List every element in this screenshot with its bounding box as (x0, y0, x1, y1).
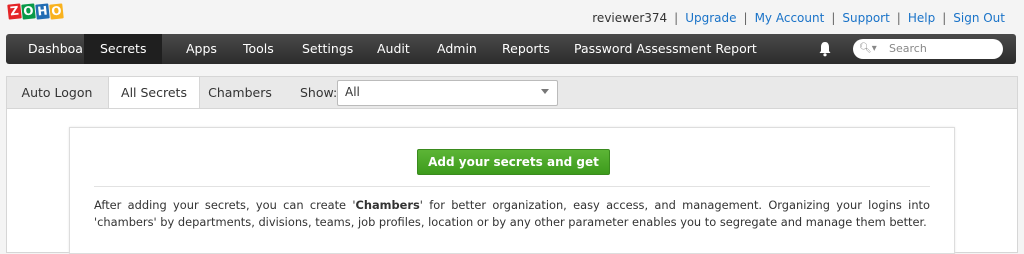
zoho-logo[interactable]: Z O H O (7, 3, 64, 20)
upgrade-link[interactable]: Upgrade (685, 11, 736, 25)
header-links: reviewer374 | Upgrade | My Account | Support | H… (592, 11, 1005, 25)
nav-settings[interactable]: Settings (302, 34, 353, 64)
username: reviewer374 (592, 11, 668, 25)
nav-password-assessment-report[interactable]: Password Assessment Report (574, 34, 757, 64)
tab-auto-logon[interactable]: Auto Logon (7, 77, 107, 109)
chambers-term: Chambers (355, 198, 420, 212)
description: After adding your secrets, you can creat… (94, 197, 930, 231)
content-area: Add your secrets and get started! After … (6, 108, 1018, 254)
nav-secrets[interactable]: Secrets (84, 34, 163, 64)
logo-letter: H (35, 3, 50, 20)
sign-out-link[interactable]: Sign Out (953, 11, 1005, 25)
logo-letter: O (49, 3, 64, 20)
main-nav: Dashboard Secrets Apps Tools Settings Au… (6, 34, 1016, 64)
search-placeholder: Search (889, 42, 927, 55)
nav-audit[interactable]: Audit (377, 34, 410, 64)
top-bar: Z O H O reviewer374 | Upgrade | My Account | S… (0, 0, 1024, 34)
empty-state-card: Add your secrets and get started! After … (69, 127, 955, 254)
nav-tools[interactable]: Tools (243, 34, 274, 64)
chevron-down-icon (541, 89, 549, 94)
search-icon: 🔍︎▾ (859, 43, 877, 54)
show-select-value: All (345, 85, 360, 99)
my-account-link[interactable]: My Account (755, 11, 825, 25)
divider (94, 186, 930, 187)
nav-reports[interactable]: Reports (502, 34, 550, 64)
search-box[interactable]: 🔍︎▾ Search (853, 39, 1003, 59)
logo-letter: O (21, 3, 36, 20)
nav-apps[interactable]: Apps (186, 34, 217, 64)
bell-icon[interactable] (818, 41, 832, 57)
sub-nav: Auto Logon All Secrets Chambers Show: Al… (6, 76, 1018, 110)
add-secrets-button[interactable]: Add your secrets and get started! (417, 149, 610, 193)
show-select[interactable]: All (337, 80, 558, 106)
logo-letter: Z (7, 3, 22, 20)
show-label: Show: (300, 85, 338, 100)
help-link[interactable]: Help (908, 11, 935, 25)
description-prefix: After adding your secrets, you can creat… (94, 198, 356, 212)
tab-chambers[interactable]: Chambers (200, 77, 280, 109)
support-link[interactable]: Support (842, 11, 889, 25)
tab-all-secrets[interactable]: All Secrets (108, 77, 200, 110)
nav-admin[interactable]: Admin (437, 34, 477, 64)
